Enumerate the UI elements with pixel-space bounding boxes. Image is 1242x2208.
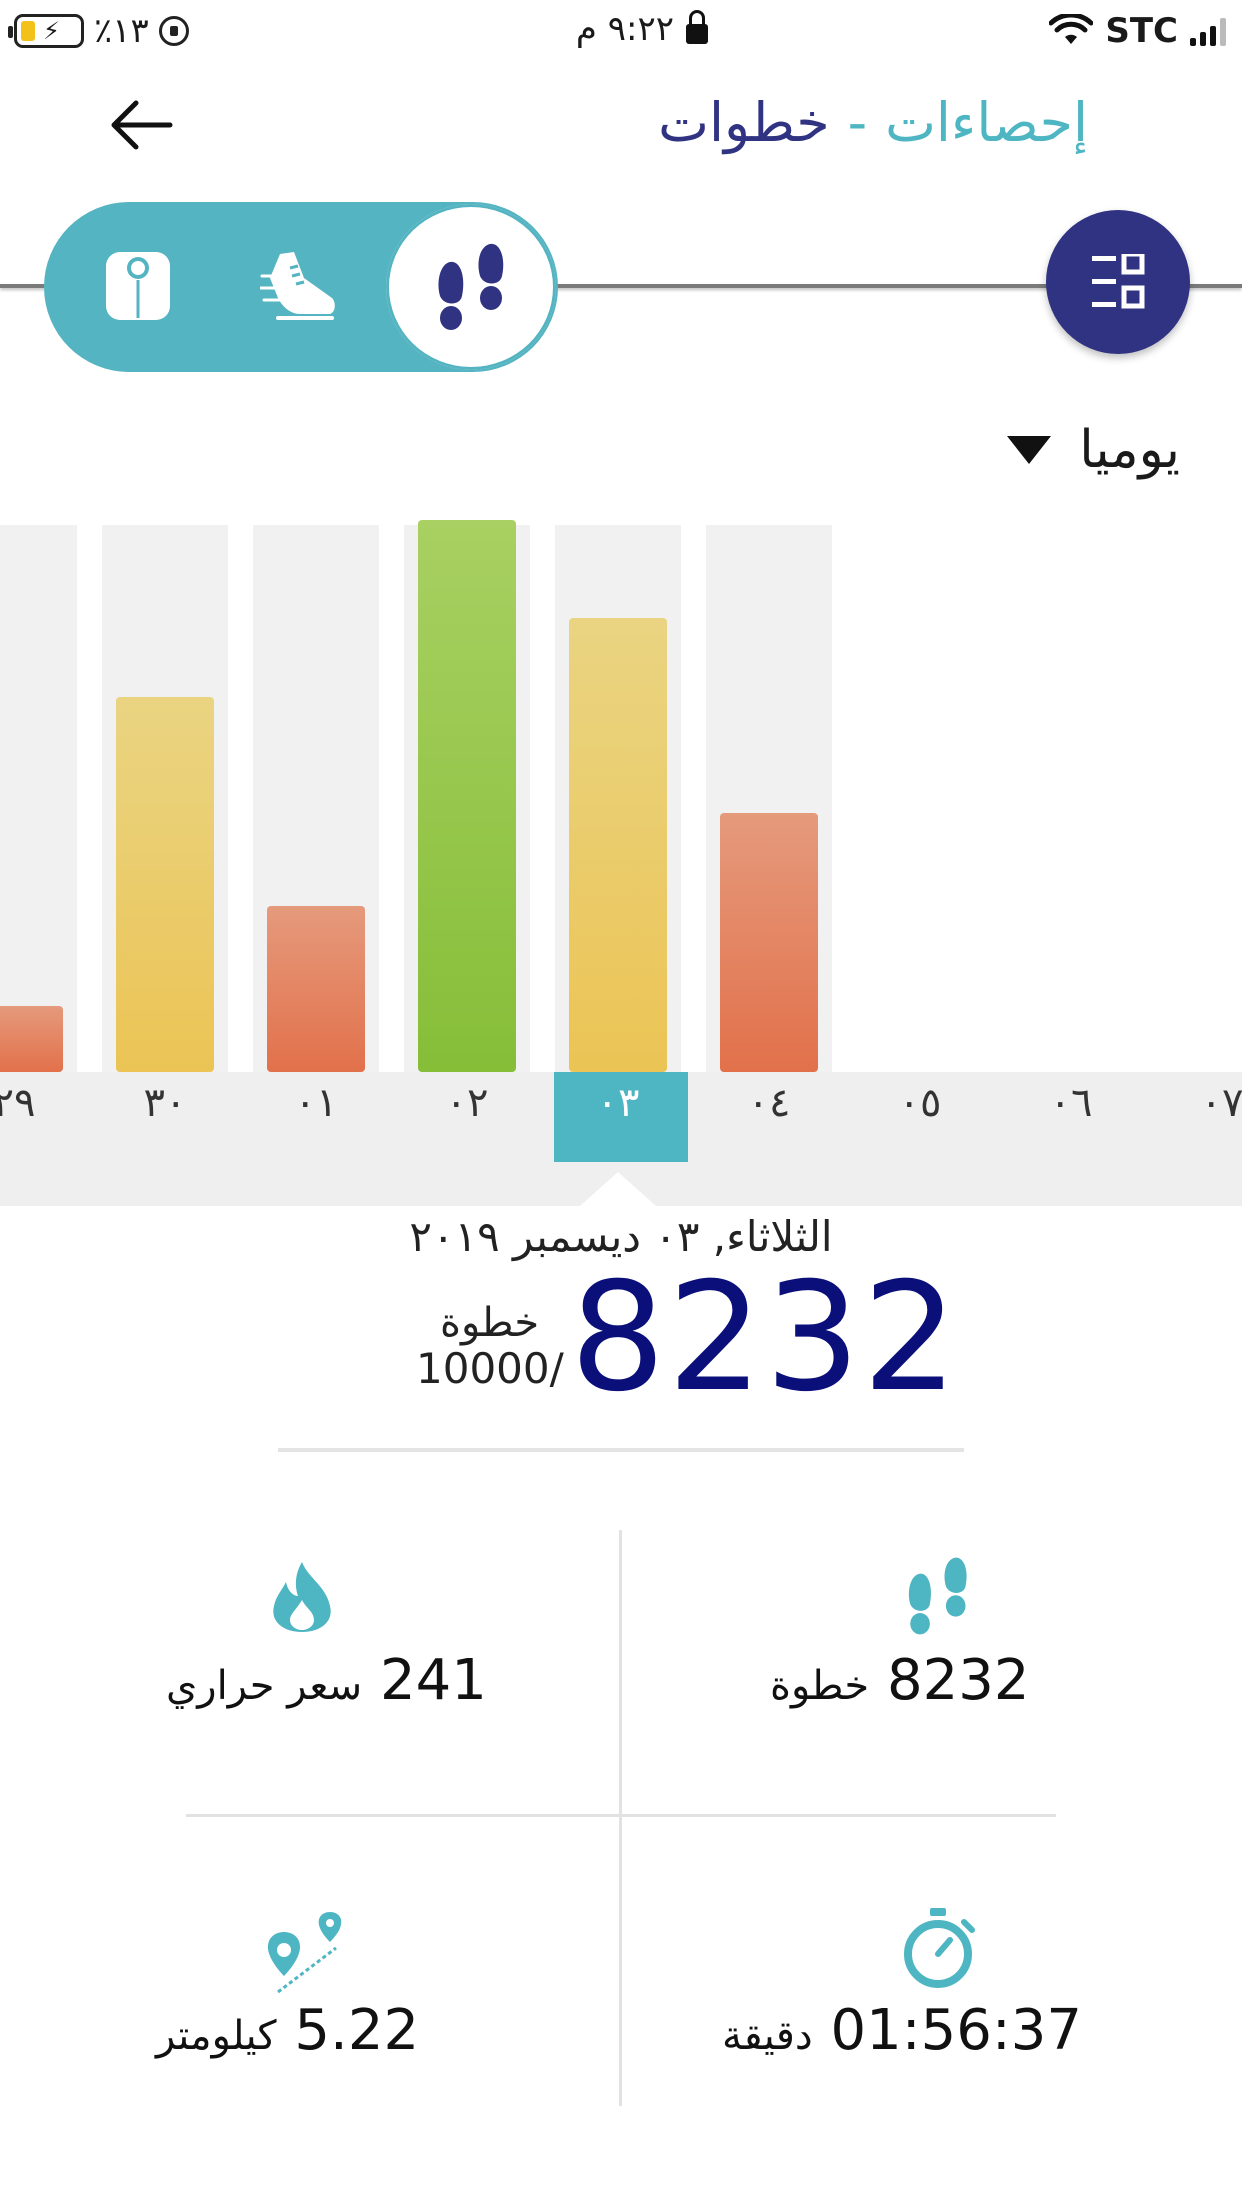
status-center: ٩:٢٢ م (548, 4, 708, 54)
chart-bar[interactable] (569, 618, 667, 1072)
chart-bar[interactable] (116, 697, 214, 1072)
flame-icon (273, 1562, 331, 1632)
wifi-icon (1049, 14, 1094, 44)
stat-distance-label: كيلومتر (156, 2013, 277, 2059)
carrier-name: STC (1105, 11, 1178, 51)
x-tick-label[interactable]: ٠٥ (860, 1080, 980, 1126)
x-tick-label[interactable]: ٠٤ (709, 1080, 829, 1126)
stat-duration-value: 01:56:37 (830, 1998, 1083, 2063)
page-title: إحصاءات - خطوات (658, 82, 1088, 162)
x-tick-label[interactable]: ٠٧ (1162, 1080, 1242, 1126)
x-tick-label[interactable]: ٠١ (256, 1080, 376, 1126)
running-shoe-icon[interactable] (260, 248, 338, 328)
list-settings-icon (1092, 254, 1145, 309)
summary-divider (278, 1448, 964, 1452)
period-selected: يوميا (1079, 420, 1180, 480)
stat-distance: 5.22 كيلومتر (156, 1998, 419, 2063)
stat-duration: 01:56:37 دقيقة (722, 1998, 1082, 2063)
status-bar: ⚡ ٪١٣ ٩:٢٢ م STC (0, 0, 1242, 62)
lock-icon (686, 10, 708, 44)
signal-icon (1190, 16, 1226, 46)
status-right: STC (1049, 8, 1226, 54)
grid-vertical-divider (619, 1530, 622, 2106)
stat-distance-value: 5.22 (294, 1998, 420, 2063)
period-dropdown[interactable]: يوميا (1007, 412, 1180, 488)
chart-bar[interactable] (418, 520, 516, 1072)
battery-icon: ⚡ (8, 14, 84, 48)
steps-bar-chart (0, 520, 1242, 1072)
stat-steps-value: 8232 (886, 1648, 1030, 1713)
x-tick-label[interactable]: ٠٦ (1011, 1080, 1131, 1126)
chevron-down-icon (1007, 436, 1052, 464)
steps-total: 8232 (570, 1251, 960, 1425)
x-tick-label[interactable]: ٠٣ (558, 1080, 678, 1126)
steps-unit: خطوة (440, 1300, 540, 1346)
back-arrow-icon[interactable] (108, 95, 174, 155)
x-tick-label[interactable]: ٢٩ (0, 1080, 74, 1126)
x-tick-label[interactable]: ٣٠ (105, 1080, 225, 1126)
distance-route-icon (267, 1912, 342, 1994)
stat-steps-label: خطوة (770, 1663, 870, 1709)
stat-steps: 8232 خطوة (770, 1648, 1030, 1713)
stat-duration-label: دقيقة (722, 2013, 813, 2059)
x-tick-label[interactable]: ٠٢ (407, 1080, 527, 1126)
stat-calories: 241 سعر حراري (166, 1648, 487, 1713)
steps-goal: 10000/ (416, 1344, 564, 1393)
bar-track (0, 525, 77, 1072)
selected-day-pointer (580, 1172, 656, 1206)
chart-bar[interactable] (0, 1006, 63, 1072)
steps-icon[interactable] (428, 242, 512, 334)
stopwatch-icon (904, 1908, 975, 1988)
steps-icon (908, 1557, 967, 1635)
status-time: ٩:٢٢ م (575, 9, 674, 49)
chart-bar[interactable] (720, 813, 818, 1072)
title-steps: خطوات (658, 90, 830, 154)
title-separator: - (847, 90, 868, 154)
stat-calories-label: سعر حراري (166, 1663, 363, 1709)
title-statistics: إحصاءات (885, 90, 1088, 154)
stat-calories-value: 241 (379, 1648, 487, 1713)
grid-horizontal-divider (186, 1814, 1056, 1817)
chart-bar[interactable] (267, 906, 365, 1072)
rotation-lock-icon (158, 16, 189, 46)
scale-icon[interactable] (104, 250, 172, 322)
battery-percent: ٪١٣ (94, 11, 149, 51)
status-left: ⚡ ٪١٣ (8, 10, 189, 52)
